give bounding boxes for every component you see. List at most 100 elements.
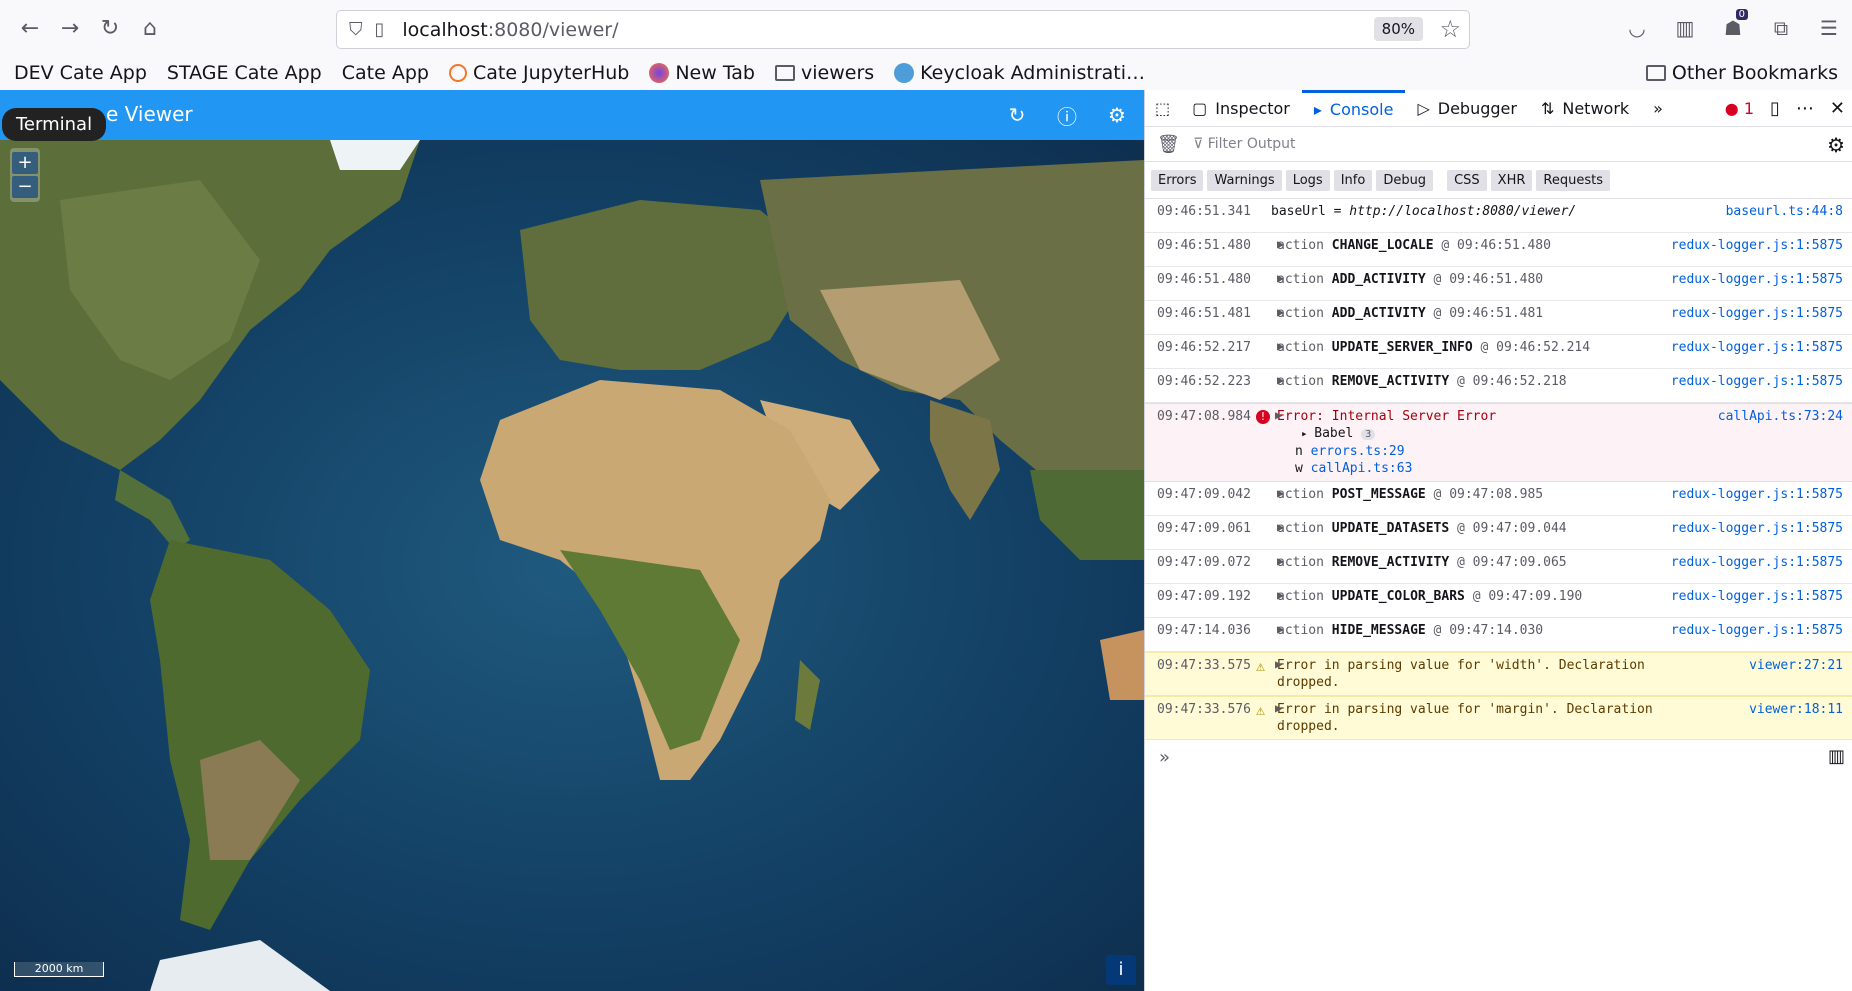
console-row[interactable]: 09:46:52.223 ▶ action REMOVE_ACTIVITY @ 09… — [1145, 369, 1852, 403]
console-row[interactable]: 09:47:14.036 ▶ action HIDE_MESSAGE @ 09:47… — [1145, 618, 1852, 652]
bookmark-cate-app[interactable]: Cate App — [0, 62, 429, 166]
page-icon[interactable]: ▯ — [375, 19, 385, 40]
log-source-link[interactable]: redux-logger.js:1:5875 — [1671, 340, 1843, 355]
stack-frame[interactable]: w callApi.ts:63 — [1295, 460, 1713, 477]
expand-arrow-icon[interactable]: ▶ — [1275, 657, 1282, 671]
stack-frame[interactable]: ▸ Babel 3 — [1301, 425, 1713, 443]
settings-gear-icon[interactable]: ⚙ — [1102, 100, 1132, 130]
filter-logs[interactable]: Logs — [1285, 169, 1330, 191]
expand-arrow-icon[interactable]: ▶ — [1277, 305, 1284, 319]
home-icon[interactable]: ⌂ — [130, 8, 170, 48]
other-bookmarks[interactable]: Other Bookmarks — [1645, 56, 1838, 90]
log-source-link[interactable]: redux-logger.js:1:5875 — [1671, 272, 1843, 287]
filter-css[interactable]: CSS — [1447, 169, 1487, 191]
filter-errors[interactable]: Errors — [1151, 169, 1204, 191]
log-source-link[interactable]: viewer:18:11 — [1749, 702, 1843, 717]
bookmark-star-icon[interactable]: ☆ — [1439, 15, 1461, 43]
filter-debug[interactable]: Debug — [1376, 169, 1434, 191]
filter-requests[interactable]: Requests — [1536, 169, 1610, 191]
back-icon[interactable]: ← — [10, 8, 50, 48]
url-bar[interactable]: ⛉ ▯ localhost:8080/viewer/ 80% ☆ — [336, 10, 1470, 49]
pick-element-icon[interactable]: ⬚ — [1145, 90, 1180, 126]
console-row[interactable]: 09:46:51.480 ▶ action CHANGE_LOCALE @ 09:4… — [1145, 233, 1852, 267]
expand-arrow-icon[interactable]: ▶ — [1277, 271, 1284, 285]
refresh-icon[interactable]: ↻ — [1002, 100, 1032, 130]
filter-info[interactable]: Info — [1333, 169, 1373, 191]
bookmark-keycloak[interactable]: Keycloak Administrati… — [894, 62, 1145, 84]
console-row[interactable]: 09:46:51.481 ▶ action ADD_ACTIVITY @ 09:46… — [1145, 301, 1852, 335]
console-row[interactable]: 09:46:51.480 ▶ action ADD_ACTIVITY @ 09:46… — [1145, 267, 1852, 301]
log-source-link[interactable]: redux-logger.js:1:5875 — [1671, 487, 1843, 502]
close-icon[interactable]: ✕ — [1830, 98, 1845, 119]
zoom-out-button[interactable]: − — [12, 176, 38, 198]
console-row[interactable]: 09:46:51.341 baseUrl = http://localhost:8… — [1145, 199, 1852, 233]
zoom-in-button[interactable]: + — [12, 152, 38, 174]
reload-icon[interactable]: ↻ — [90, 8, 130, 48]
log-source-link[interactable]: redux-logger.js:1:5875 — [1671, 521, 1843, 536]
help-icon[interactable]: ⓘ — [1052, 100, 1082, 130]
log-source-link[interactable]: redux-logger.js:1:5875 — [1671, 589, 1843, 604]
map-info-button[interactable]: i — [1106, 955, 1136, 985]
expand-arrow-icon[interactable]: ▸ — [1301, 427, 1314, 440]
expand-arrow-icon[interactable]: ▶ — [1277, 554, 1284, 568]
stack-frame[interactable]: n errors.ts:29 — [1295, 443, 1713, 460]
bookmark-stage-cate-app[interactable]: STAGE Cate App — [0, 62, 322, 166]
forward-icon[interactable]: → — [50, 8, 90, 48]
console-row[interactable]: 09:47:33.575 ⚠ ▶ Error in parsing value for… — [1145, 652, 1852, 696]
log-source-link[interactable]: redux-logger.js:1:5875 — [1671, 623, 1843, 638]
map-view[interactable]: + − 2000 km i — [0, 140, 1144, 991]
tab-console[interactable]: ▸ Console — [1301, 90, 1406, 126]
bookmark-new-tab[interactable]: New Tab — [649, 62, 755, 84]
console-row[interactable]: 09:47:09.192 ▶ action UPDATE_COLOR_BARS @ … — [1145, 584, 1852, 618]
filter-input[interactable]: ⊽ Filter Output — [1193, 136, 1295, 152]
filter-warnings[interactable]: Warnings — [1207, 169, 1282, 191]
log-source-link[interactable]: callApi.ts:73:24 — [1718, 409, 1843, 424]
filter-xhr[interactable]: XHR — [1490, 169, 1533, 191]
expand-arrow-icon[interactable]: ▶ — [1277, 237, 1284, 251]
pocket-icon[interactable]: ◡ — [1620, 11, 1654, 45]
log-source-link[interactable]: baseurl.ts:44:8 — [1726, 204, 1843, 219]
error-count-badge[interactable]: ● 1 — [1725, 99, 1754, 118]
bookmark-viewers-folder[interactable]: viewers — [775, 62, 874, 84]
tab-debugger[interactable]: ▷ Debugger — [1405, 90, 1529, 126]
menu-icon[interactable]: ☰ — [1812, 11, 1846, 45]
more-options-icon[interactable]: ⋯ — [1796, 98, 1814, 119]
expand-arrow-icon[interactable]: ▶ — [1277, 339, 1284, 353]
console-row[interactable]: 09:47:33.576 ⚠ ▶ Error in parsing value for… — [1145, 696, 1852, 740]
url-text[interactable]: localhost:8080/viewer/ — [402, 19, 618, 41]
console-row[interactable]: 09:47:09.061 ▶ action UPDATE_DATASETS @ 09… — [1145, 516, 1852, 550]
expand-arrow-icon[interactable]: ▶ — [1277, 486, 1284, 500]
console-input[interactable]: » ▥ — [1145, 740, 1852, 774]
notification-icon[interactable]: ☗ 0 — [1716, 9, 1750, 45]
log-source-link[interactable]: redux-logger.js:1:5875 — [1671, 374, 1843, 389]
zoom-indicator[interactable]: 80% — [1373, 17, 1423, 41]
console-row[interactable]: 09:47:09.072 ▶ action REMOVE_ACTIVITY @ 09… — [1145, 550, 1852, 584]
dock-icon[interactable]: ▯ — [1770, 98, 1780, 119]
editor-mode-icon[interactable]: ▥ — [1828, 746, 1845, 767]
expand-arrow-icon[interactable]: ▶ — [1277, 373, 1284, 387]
shield-icon[interactable]: ⛉ — [349, 19, 363, 40]
sidebar-icon[interactable]: ▥ — [1668, 11, 1702, 45]
frame-link[interactable]: callApi.ts:63 — [1311, 461, 1413, 476]
log-source-link[interactable]: redux-logger.js:1:5875 — [1671, 306, 1843, 321]
expand-arrow-icon[interactable]: ▶ — [1277, 622, 1284, 636]
console-row[interactable]: 09:46:52.217 ▶ action UPDATE_SERVER_INFO @… — [1145, 335, 1852, 369]
log-source-link[interactable]: redux-logger.js:1:5875 — [1671, 555, 1843, 570]
bookmark-cate-jupyterhub[interactable]: Cate JupyterHub — [448, 62, 629, 84]
frame-link[interactable]: errors.ts:29 — [1311, 444, 1405, 459]
bookmark-dev-cate-app[interactable]: DEV Cate App — [0, 62, 147, 166]
expand-arrow-icon[interactable]: ▶ — [1275, 408, 1282, 422]
expand-arrow-icon[interactable]: ▶ — [1275, 701, 1282, 715]
tab-inspector[interactable]: ▢ Inspector — [1180, 90, 1302, 126]
console-settings-gear-icon[interactable]: ⚙ — [1827, 133, 1845, 157]
log-source-link[interactable]: redux-logger.js:1:5875 — [1671, 238, 1843, 253]
expand-arrow-icon[interactable]: ▶ — [1277, 588, 1284, 602]
trash-icon[interactable]: 🗑 — [1157, 134, 1180, 155]
tab-network[interactable]: ⇅ Network — [1529, 90, 1641, 126]
console-row[interactable]: 09:47:08.984! ▶ Error: Internal Server Err… — [1145, 403, 1852, 482]
extensions-icon[interactable]: ⧉ — [1764, 11, 1798, 45]
expand-arrow-icon[interactable]: ▶ — [1277, 520, 1284, 534]
log-source-link[interactable]: viewer:27:21 — [1749, 658, 1843, 673]
console-row[interactable]: 09:47:09.042 ▶ action POST_MESSAGE @ 09:47… — [1145, 482, 1852, 516]
more-tabs-icon[interactable]: » — [1641, 90, 1675, 126]
